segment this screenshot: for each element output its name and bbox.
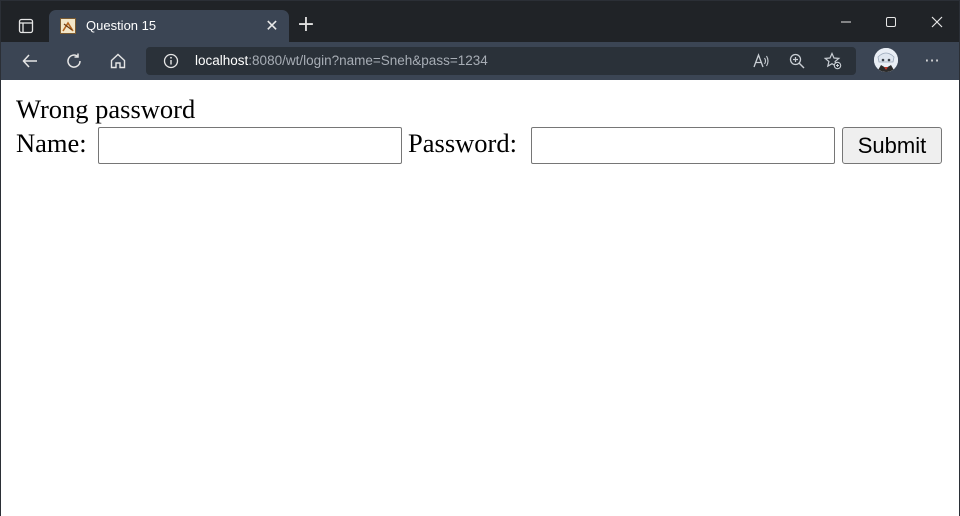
tab-title: Question 15 (86, 18, 157, 33)
name-input[interactable] (98, 127, 402, 164)
maximize-icon[interactable] (876, 9, 906, 35)
navigation-toolbar: localhost:8080/wt/login?name=Sneh&pass=1… (1, 42, 959, 80)
favorites-icon[interactable] (824, 52, 842, 70)
password-input[interactable] (531, 127, 835, 164)
read-aloud-icon[interactable] (752, 52, 770, 70)
new-tab-icon[interactable]: + (295, 14, 317, 36)
browser-window: Question 15 ✕ + localhost:8080/wt/login?… (0, 0, 960, 516)
url-host: localhost (195, 53, 249, 68)
login-form: Name: Password: Submit (16, 126, 946, 166)
page-content: Wrong password Name: Password: Submit (1, 80, 959, 516)
tab-close-icon[interactable]: ✕ (263, 17, 281, 35)
tab-active[interactable]: Question 15 ✕ (49, 10, 289, 43)
address-bar[interactable]: localhost:8080/wt/login?name=Sneh&pass=1… (146, 47, 856, 75)
title-bar: Question 15 ✕ + (1, 1, 959, 43)
error-message: Wrong password (16, 94, 196, 124)
more-options-icon[interactable]: ··· (920, 48, 944, 74)
zoom-icon[interactable] (788, 52, 806, 70)
url-text[interactable]: localhost:8080/wt/login?name=Sneh&pass=1… (195, 53, 488, 68)
url-path: :8080/wt/login?name=Sneh&pass=1234 (248, 53, 488, 68)
minimize-icon[interactable] (831, 9, 861, 35)
close-icon[interactable] (922, 9, 952, 35)
tab-actions-icon[interactable] (11, 11, 41, 41)
password-label: Password: (408, 128, 517, 158)
refresh-icon[interactable] (60, 48, 88, 74)
page-favicon-icon (60, 18, 76, 34)
name-label: Name: (16, 128, 87, 158)
submit-button[interactable]: Submit (842, 127, 942, 164)
profile-avatar[interactable] (874, 48, 898, 72)
site-info-icon[interactable] (163, 53, 179, 69)
home-icon[interactable] (104, 48, 132, 74)
back-icon[interactable] (16, 48, 44, 74)
